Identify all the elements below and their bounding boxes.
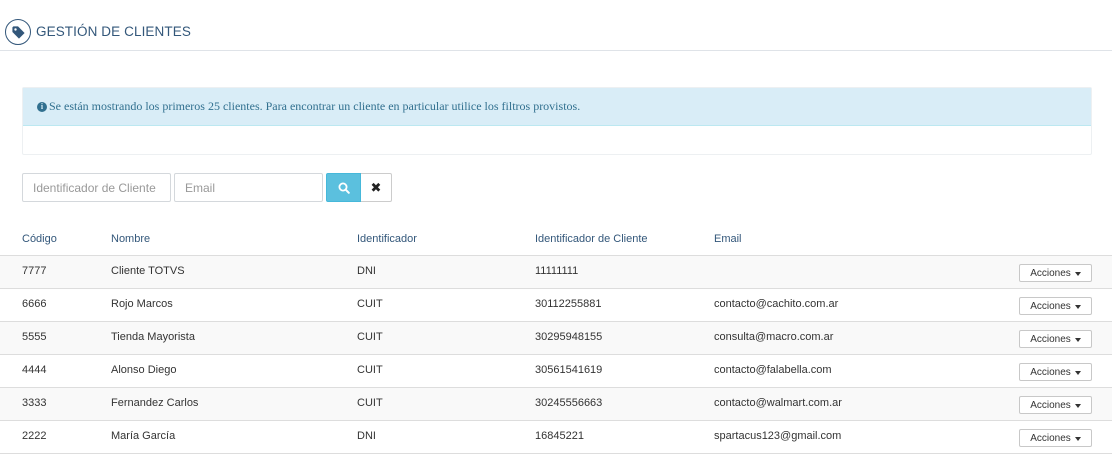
caret-down-icon — [1074, 337, 1081, 342]
table-row: 4444 Alonso Diego CUIT 30561541619 conta… — [0, 355, 1112, 388]
close-icon: ✖ — [370, 179, 382, 195]
actions-dropdown-button[interactable]: Acciones — [1019, 264, 1092, 282]
cell-code: 2222 — [22, 430, 47, 442]
cell-identifier-type: DNI — [357, 430, 376, 442]
actions-label: Acciones — [1030, 399, 1071, 411]
table-row: 5555 Tienda Mayorista CUIT 30295948155 c… — [0, 322, 1112, 355]
actions-label: Acciones — [1030, 300, 1071, 312]
tag-icon — [5, 19, 31, 45]
actions-dropdown-button[interactable]: Acciones — [1019, 429, 1092, 447]
cell-email: contacto@cachito.com.ar — [714, 298, 839, 310]
actions-dropdown-button[interactable]: Acciones — [1019, 396, 1092, 414]
cell-code: 5555 — [22, 331, 47, 343]
cell-email: contacto@walmart.com.ar — [714, 397, 842, 409]
actions-label: Acciones — [1030, 366, 1071, 378]
info-alert: i Se están mostrando los primeros 25 cli… — [23, 88, 1091, 126]
cell-code: 6666 — [22, 298, 47, 310]
caret-down-icon — [1074, 271, 1081, 276]
table-row: 6666 Rojo Marcos CUIT 30112255881 contac… — [0, 289, 1112, 322]
actions-label: Acciones — [1030, 267, 1071, 279]
actions-dropdown-button[interactable]: Acciones — [1019, 297, 1092, 315]
cell-email: spartacus123@gmail.com — [714, 430, 842, 442]
actions-label: Acciones — [1030, 432, 1071, 444]
caret-down-icon — [1074, 436, 1081, 441]
search-button[interactable] — [326, 173, 361, 202]
cell-identifier-value: 30561541619 — [535, 364, 603, 376]
cell-identifier-value: 30295948155 — [535, 331, 603, 343]
cell-name: Alonso Diego — [111, 364, 177, 376]
page-header: GESTIÓN DE CLIENTES — [0, 0, 1112, 51]
cell-email: consulta@macro.com.ar — [714, 331, 834, 343]
cell-name: Tienda Mayorista — [111, 331, 195, 343]
actions-label: Acciones — [1030, 333, 1071, 345]
search-icon — [338, 182, 350, 194]
clear-filters-button[interactable]: ✖ — [361, 173, 392, 202]
cell-identifier-value: 16845221 — [535, 430, 584, 442]
info-panel: i Se están mostrando los primeros 25 cli… — [22, 87, 1092, 155]
table-row: 7777 Cliente TOTVS DNI 11111111 Acciones — [0, 256, 1112, 289]
page-title: GESTIÓN DE CLIENTES — [36, 24, 191, 39]
cell-identifier-value: 30245556663 — [535, 397, 603, 409]
cell-identifier-type: CUIT — [357, 298, 383, 310]
table-row: 3333 Fernandez Carlos CUIT 30245556663 c… — [0, 388, 1112, 421]
cell-code: 7777 — [22, 265, 47, 277]
cell-identifier-type: CUIT — [357, 331, 383, 343]
caret-down-icon — [1074, 370, 1081, 375]
cell-code: 4444 — [22, 364, 47, 376]
column-header-email[interactable]: Email — [714, 233, 742, 245]
cell-identifier-value: 11111111 — [535, 265, 579, 277]
table-row: 2222 María García DNI 16845221 spartacus… — [0, 421, 1112, 454]
email-filter-input[interactable] — [174, 173, 323, 202]
column-header-code[interactable]: Código — [22, 233, 57, 245]
cell-name: Fernandez Carlos — [111, 397, 199, 409]
cell-email: contacto@falabella.com — [714, 364, 832, 376]
cell-name: María García — [111, 430, 176, 442]
cell-identifier-type: CUIT — [357, 364, 383, 376]
actions-dropdown-button[interactable]: Acciones — [1019, 363, 1092, 381]
cell-identifier-type: CUIT — [357, 397, 383, 409]
cell-identifier-value: 30112255881 — [535, 298, 602, 310]
customer-id-filter-input[interactable] — [22, 173, 171, 202]
cell-code: 3333 — [22, 397, 47, 409]
table-header: Código Nombre Identificador Identificado… — [0, 222, 1112, 256]
alert-message: Se están mostrando los primeros 25 clien… — [49, 99, 581, 113]
column-header-customer-identifier[interactable]: Identificador de Cliente — [535, 233, 648, 245]
cell-name: Rojo Marcos — [111, 298, 173, 310]
actions-dropdown-button[interactable]: Acciones — [1019, 330, 1092, 348]
column-header-name[interactable]: Nombre — [111, 233, 150, 245]
caret-down-icon — [1074, 304, 1081, 309]
column-header-identifier[interactable]: Identificador — [357, 233, 417, 245]
info-circle-icon: i — [37, 101, 47, 112]
cell-identifier-type: DNI — [357, 265, 376, 277]
cell-name: Cliente TOTVS — [111, 265, 185, 277]
caret-down-icon — [1074, 403, 1081, 408]
